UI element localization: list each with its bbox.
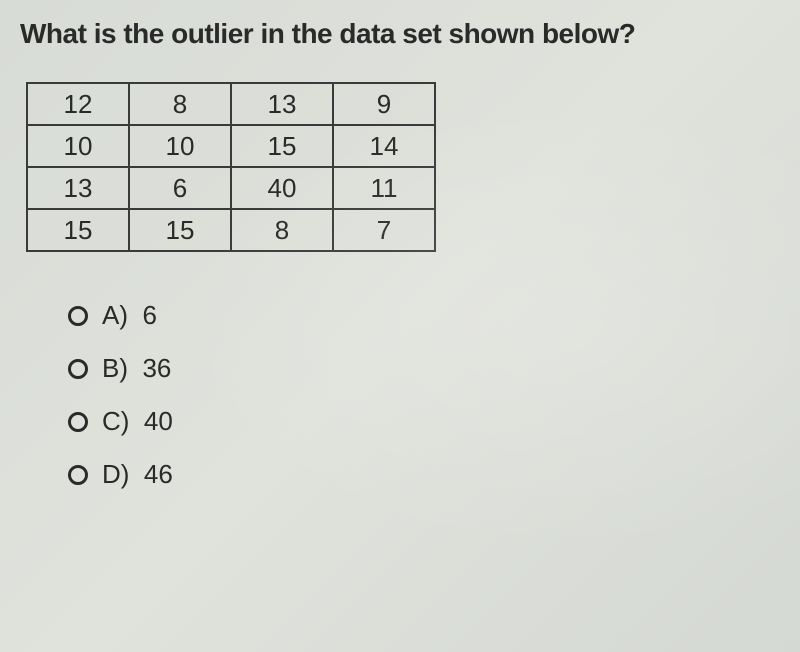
table-cell: 6 xyxy=(129,167,231,209)
table-row: 15 15 8 7 xyxy=(27,209,435,251)
option-label: D) 46 xyxy=(102,459,173,490)
table-cell: 12 xyxy=(27,83,129,125)
table-cell: 8 xyxy=(129,83,231,125)
radio-icon xyxy=(68,359,88,379)
table-cell: 7 xyxy=(333,209,435,251)
table-cell: 15 xyxy=(129,209,231,251)
table-cell: 13 xyxy=(231,83,333,125)
table-row: 10 10 15 14 xyxy=(27,125,435,167)
table-cell: 40 xyxy=(231,167,333,209)
option-b[interactable]: B) 36 xyxy=(68,353,780,384)
table-row: 13 6 40 11 xyxy=(27,167,435,209)
option-c[interactable]: C) 40 xyxy=(68,406,780,437)
answer-options: A) 6 B) 36 C) 40 D) 46 xyxy=(68,300,780,490)
option-label: A) 6 xyxy=(102,300,157,331)
table-row: 12 8 13 9 xyxy=(27,83,435,125)
radio-icon xyxy=(68,465,88,485)
radio-icon xyxy=(68,306,88,326)
question-text: What is the outlier in the data set show… xyxy=(20,18,780,50)
table-cell: 9 xyxy=(333,83,435,125)
radio-icon xyxy=(68,412,88,432)
table-cell: 10 xyxy=(27,125,129,167)
table-cell: 15 xyxy=(27,209,129,251)
option-label: C) 40 xyxy=(102,406,173,437)
option-d[interactable]: D) 46 xyxy=(68,459,780,490)
data-table: 12 8 13 9 10 10 15 14 13 6 40 11 15 15 8… xyxy=(26,82,436,252)
table-cell: 15 xyxy=(231,125,333,167)
table-cell: 8 xyxy=(231,209,333,251)
table-cell: 14 xyxy=(333,125,435,167)
table-cell: 11 xyxy=(333,167,435,209)
option-label: B) 36 xyxy=(102,353,171,384)
table-cell: 13 xyxy=(27,167,129,209)
option-a[interactable]: A) 6 xyxy=(68,300,780,331)
table-cell: 10 xyxy=(129,125,231,167)
